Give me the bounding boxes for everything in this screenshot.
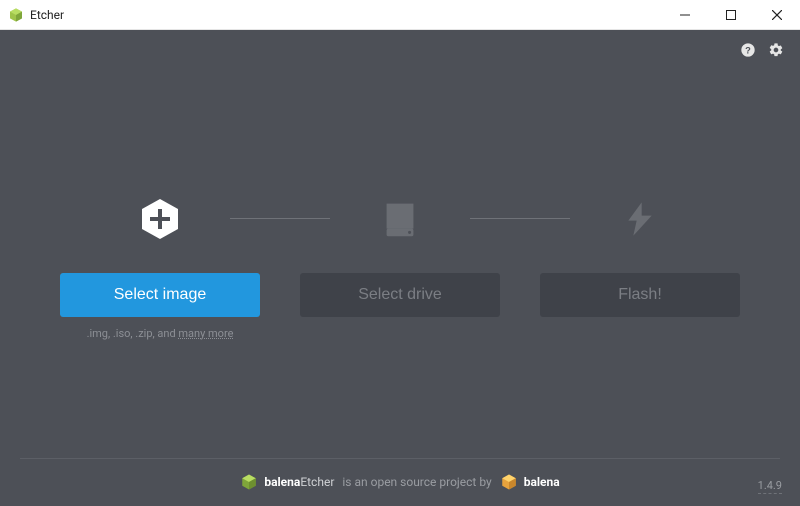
footer-tagline: is an open source project by (342, 475, 491, 489)
plus-hexagon-icon (136, 189, 184, 249)
main-area: Select image .img, .iso, .zip, and many … (0, 70, 800, 458)
footer: balenaEtcher is an open source project b… (0, 458, 800, 506)
footer-divider (20, 458, 780, 459)
many-more-link[interactable]: many more (178, 327, 233, 340)
help-icon[interactable]: ? (738, 40, 758, 60)
step-flash: Flash! (540, 189, 740, 317)
app-topbar: ? (0, 30, 800, 70)
balena-etcher-brand[interactable]: balenaEtcher (240, 473, 334, 491)
gear-icon[interactable] (766, 40, 786, 60)
flash-button: Flash! (540, 273, 740, 317)
footer-content: balenaEtcher is an open source project b… (240, 473, 559, 491)
window-title: Etcher (30, 8, 64, 22)
cube-icon (240, 473, 258, 491)
version-label[interactable]: 1.4.9 (758, 479, 782, 494)
window-close-button[interactable] (754, 0, 800, 30)
balena-brand[interactable]: balena (500, 473, 560, 491)
svg-text:?: ? (745, 45, 751, 55)
lightning-icon (620, 189, 660, 249)
select-image-button[interactable]: Select image (60, 273, 260, 317)
cube-icon (500, 473, 518, 491)
steps-row: Select image .img, .iso, .zip, and many … (60, 189, 740, 340)
window-minimize-button[interactable] (662, 0, 708, 30)
step-select-drive: Select drive (300, 189, 500, 317)
select-drive-label: Select drive (358, 286, 442, 304)
drive-icon (377, 189, 423, 249)
app-icon (8, 7, 24, 23)
step-connector (260, 189, 300, 249)
select-image-label: Select image (114, 286, 207, 304)
app-body: ? Select image .img, .iso (0, 30, 800, 506)
step-connector (500, 189, 540, 249)
window-titlebar: Etcher (0, 0, 800, 30)
step-select-image: Select image .img, .iso, .zip, and many … (60, 189, 260, 340)
window-maximize-button[interactable] (708, 0, 754, 30)
flash-label: Flash! (618, 286, 662, 304)
select-drive-button: Select drive (300, 273, 500, 317)
select-image-hint: .img, .iso, .zip, and many more (87, 327, 234, 340)
